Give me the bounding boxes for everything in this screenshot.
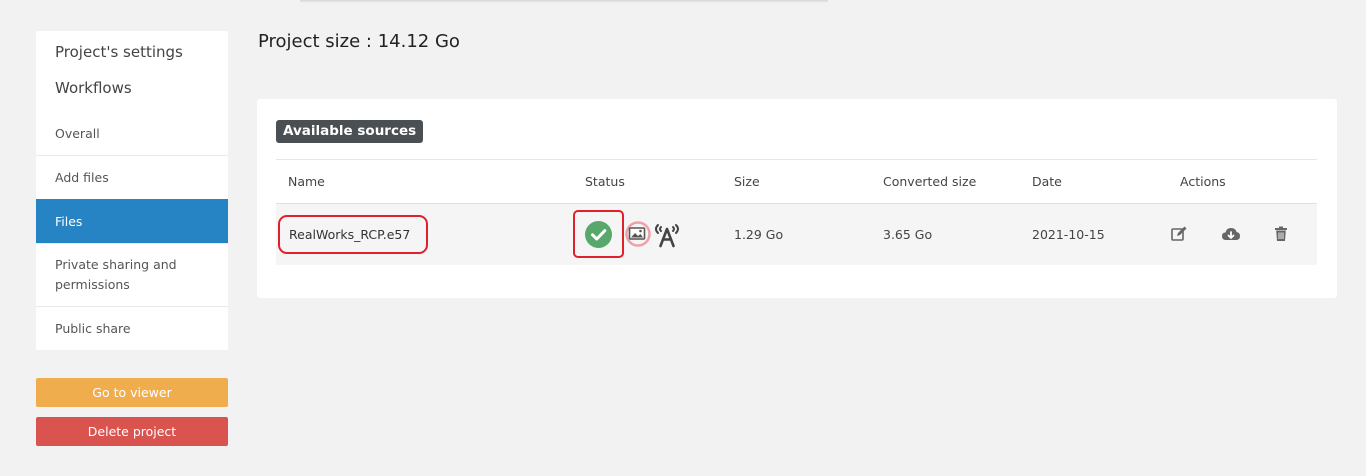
trash-icon[interactable]: [1272, 225, 1290, 243]
column-header-date: Date: [1032, 174, 1062, 189]
go-to-viewer-button[interactable]: Go to viewer: [36, 378, 228, 407]
sidebar-title-projects-settings[interactable]: Project's settings: [36, 34, 228, 70]
page-title: Project size : 14.12 Go: [258, 31, 460, 52]
sidebar-item-public-share[interactable]: Public share: [36, 306, 228, 350]
column-header-name: Name: [288, 174, 325, 189]
sidebar: Project's settings Workflows Overall Add…: [36, 31, 228, 350]
file-size: 1.29 Go: [734, 227, 784, 242]
sources-card: Available sources Name Status Size Conve…: [257, 99, 1337, 298]
sidebar-title-workflows[interactable]: Workflows: [36, 70, 228, 106]
converted-size: 3.65 Go: [883, 227, 933, 242]
column-header-converted-size: Converted size: [883, 174, 977, 189]
table-row: RealWorks_RCP.e57 1.29 Go 3.65 Go 2021-1…: [276, 204, 1317, 265]
column-header-size: Size: [734, 174, 760, 189]
sidebar-item-overall[interactable]: Overall: [36, 111, 228, 155]
cloud-download-icon[interactable]: [1221, 225, 1240, 243]
sidebar-item-files[interactable]: Files: [36, 199, 228, 243]
delete-project-button[interactable]: Delete project: [36, 417, 228, 446]
available-sources-badge: Available sources: [276, 120, 424, 143]
sidebar-item-add-files[interactable]: Add files: [36, 155, 228, 199]
sources-table: Name Status Size Converted size Date Act…: [276, 159, 1317, 265]
top-divider: [300, 0, 828, 3]
sidebar-item-private-sharing[interactable]: Private sharing and permissions: [36, 243, 228, 306]
table-header: Name Status Size Converted size Date Act…: [276, 160, 1317, 204]
column-header-actions: Actions: [1180, 174, 1226, 189]
file-date: 2021-10-15: [1032, 227, 1105, 242]
image-icon: [625, 221, 651, 247]
column-header-status: Status: [585, 174, 625, 189]
antenna-icon: [652, 221, 682, 249]
edit-icon[interactable]: [1170, 225, 1188, 243]
check-circle-icon: [585, 221, 612, 248]
file-name[interactable]: RealWorks_RCP.e57: [278, 215, 428, 254]
